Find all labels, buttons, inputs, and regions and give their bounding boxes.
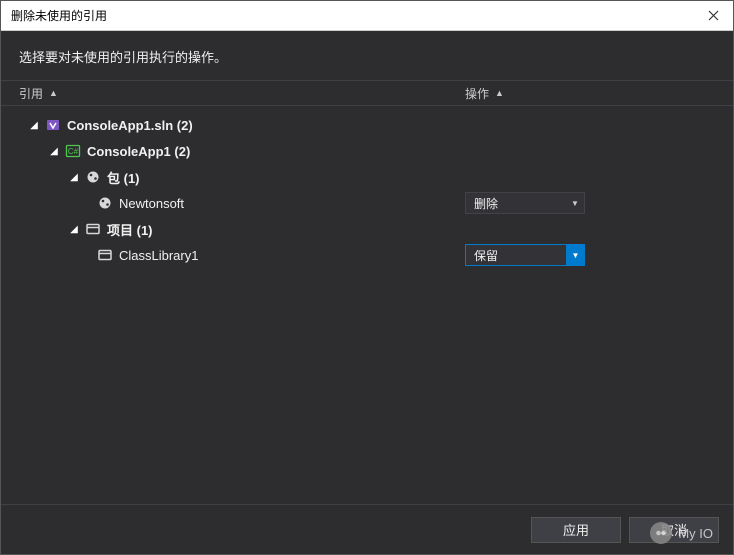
- expander-icon[interactable]: ◢: [69, 224, 79, 234]
- dialog-subtitle: 选择要对未使用的引用执行的操作。: [1, 31, 733, 80]
- project-label: ConsoleApp1 (2): [87, 144, 190, 159]
- combo-value: 删除: [466, 195, 566, 212]
- tree-row-projects[interactable]: ◢ 项目 (1): [1, 216, 733, 242]
- reference-tree: ◢ ConsoleApp1.sln (2) ◢ C# ConsoleApp1 (…: [1, 106, 733, 268]
- tree-row-project[interactable]: ◢ C# ConsoleApp1 (2): [1, 138, 733, 164]
- sort-asc-icon: ▲: [49, 88, 58, 98]
- projects-label: 项目 (1): [107, 220, 153, 239]
- sort-asc-icon: ▲: [495, 88, 504, 98]
- solution-label: ConsoleApp1.sln (2): [67, 118, 193, 133]
- combo-value: 保留: [466, 247, 566, 264]
- apply-label: 应用: [563, 520, 589, 539]
- column-headers: 引用 ▲ 操作 ▲: [1, 80, 733, 106]
- action-combo-keep[interactable]: 保留 ▼: [465, 244, 585, 266]
- csharp-project-icon: C#: [65, 143, 81, 159]
- tree-row-package-item[interactable]: Newtonsoft 删除 ▼: [1, 190, 733, 216]
- chevron-down-icon: ▼: [566, 245, 584, 265]
- close-button[interactable]: [693, 1, 733, 31]
- solution-icon: [45, 117, 61, 133]
- project-item-label: ClassLibrary1: [119, 248, 198, 263]
- tree-row-packages[interactable]: ◢ 包 (1): [1, 164, 733, 190]
- package-icon: [97, 195, 113, 211]
- action-combo-delete[interactable]: 删除 ▼: [465, 192, 585, 214]
- dialog-title: 删除未使用的引用: [11, 7, 693, 24]
- expander-icon[interactable]: ◢: [69, 172, 79, 182]
- svg-text:C#: C#: [68, 147, 79, 156]
- column-reference-label: 引用: [19, 85, 43, 102]
- tree-row-project-item[interactable]: ClassLibrary1 保留 ▼: [1, 242, 733, 268]
- packages-label: 包 (1): [107, 168, 140, 187]
- column-action-label: 操作: [465, 85, 489, 102]
- chevron-down-icon: ▼: [566, 193, 584, 213]
- project-group-icon: [85, 221, 101, 237]
- dialog-footer: 应用 取消: [1, 504, 733, 554]
- apply-button[interactable]: 应用: [531, 517, 621, 543]
- project-ref-icon: [97, 247, 113, 263]
- package-group-icon: [85, 169, 101, 185]
- expander-icon[interactable]: ◢: [49, 146, 59, 156]
- tree-row-solution[interactable]: ◢ ConsoleApp1.sln (2): [1, 112, 733, 138]
- package-item-label: Newtonsoft: [119, 196, 184, 211]
- cancel-button[interactable]: 取消: [629, 517, 719, 543]
- expander-icon[interactable]: ◢: [29, 120, 39, 130]
- column-reference[interactable]: 引用 ▲: [1, 85, 465, 102]
- titlebar: 删除未使用的引用: [1, 1, 733, 31]
- column-action[interactable]: 操作 ▲: [465, 85, 733, 102]
- cancel-label: 取消: [661, 520, 687, 539]
